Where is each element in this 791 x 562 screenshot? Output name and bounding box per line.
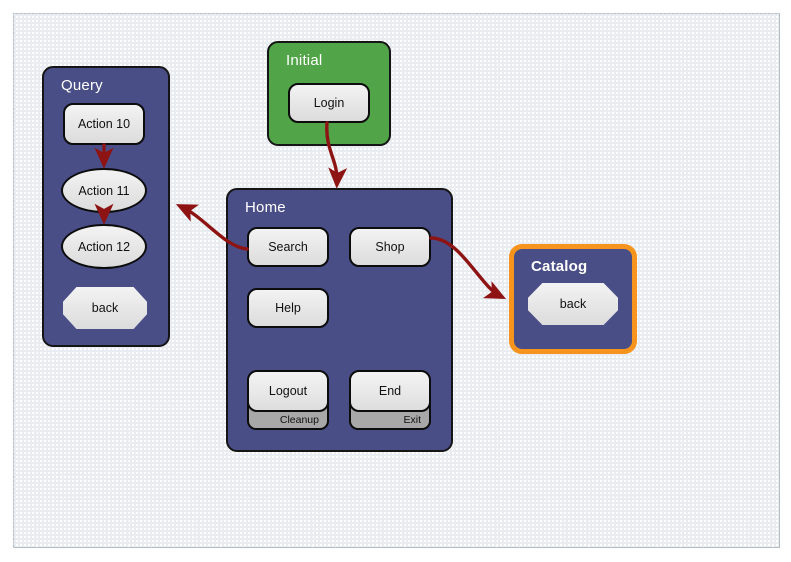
container-title-initial: Initial bbox=[286, 52, 323, 69]
container-title-catalog: Catalog bbox=[531, 258, 588, 275]
node-action12[interactable]: Action 12 bbox=[61, 224, 147, 269]
node-label-query-back: back bbox=[91, 301, 119, 315]
container-title-home: Home bbox=[245, 199, 286, 216]
node-end-label: End bbox=[349, 370, 431, 412]
node-label-help: Help bbox=[275, 301, 301, 315]
node-label-search: Search bbox=[268, 240, 308, 254]
node-logout-label: Logout bbox=[247, 370, 329, 412]
node-logout[interactable]: Cleanup Logout bbox=[247, 370, 329, 430]
node-label-action10: Action 10 bbox=[77, 117, 131, 131]
node-search[interactable]: Search bbox=[247, 227, 329, 267]
node-end[interactable]: Exit End bbox=[349, 370, 431, 430]
node-catalog-back[interactable]: back bbox=[526, 282, 620, 326]
node-label-action12: Action 12 bbox=[77, 239, 131, 254]
node-help[interactable]: Help bbox=[247, 288, 329, 328]
node-label-action11: Action 11 bbox=[78, 183, 130, 198]
node-action11[interactable]: Action 11 bbox=[61, 168, 147, 213]
node-label-catalog-back: back bbox=[559, 297, 587, 311]
diagram-canvas: Query Initial Home Catalog Action 10 Act… bbox=[0, 0, 791, 562]
container-title-query: Query bbox=[61, 77, 103, 94]
node-shop[interactable]: Shop bbox=[349, 227, 431, 267]
node-action10[interactable]: Action 10 bbox=[63, 103, 145, 145]
node-label-shop: Shop bbox=[375, 240, 405, 254]
node-query-back[interactable]: back bbox=[61, 286, 149, 330]
node-label-login: Login bbox=[313, 96, 345, 110]
node-login[interactable]: Login bbox=[288, 83, 370, 123]
